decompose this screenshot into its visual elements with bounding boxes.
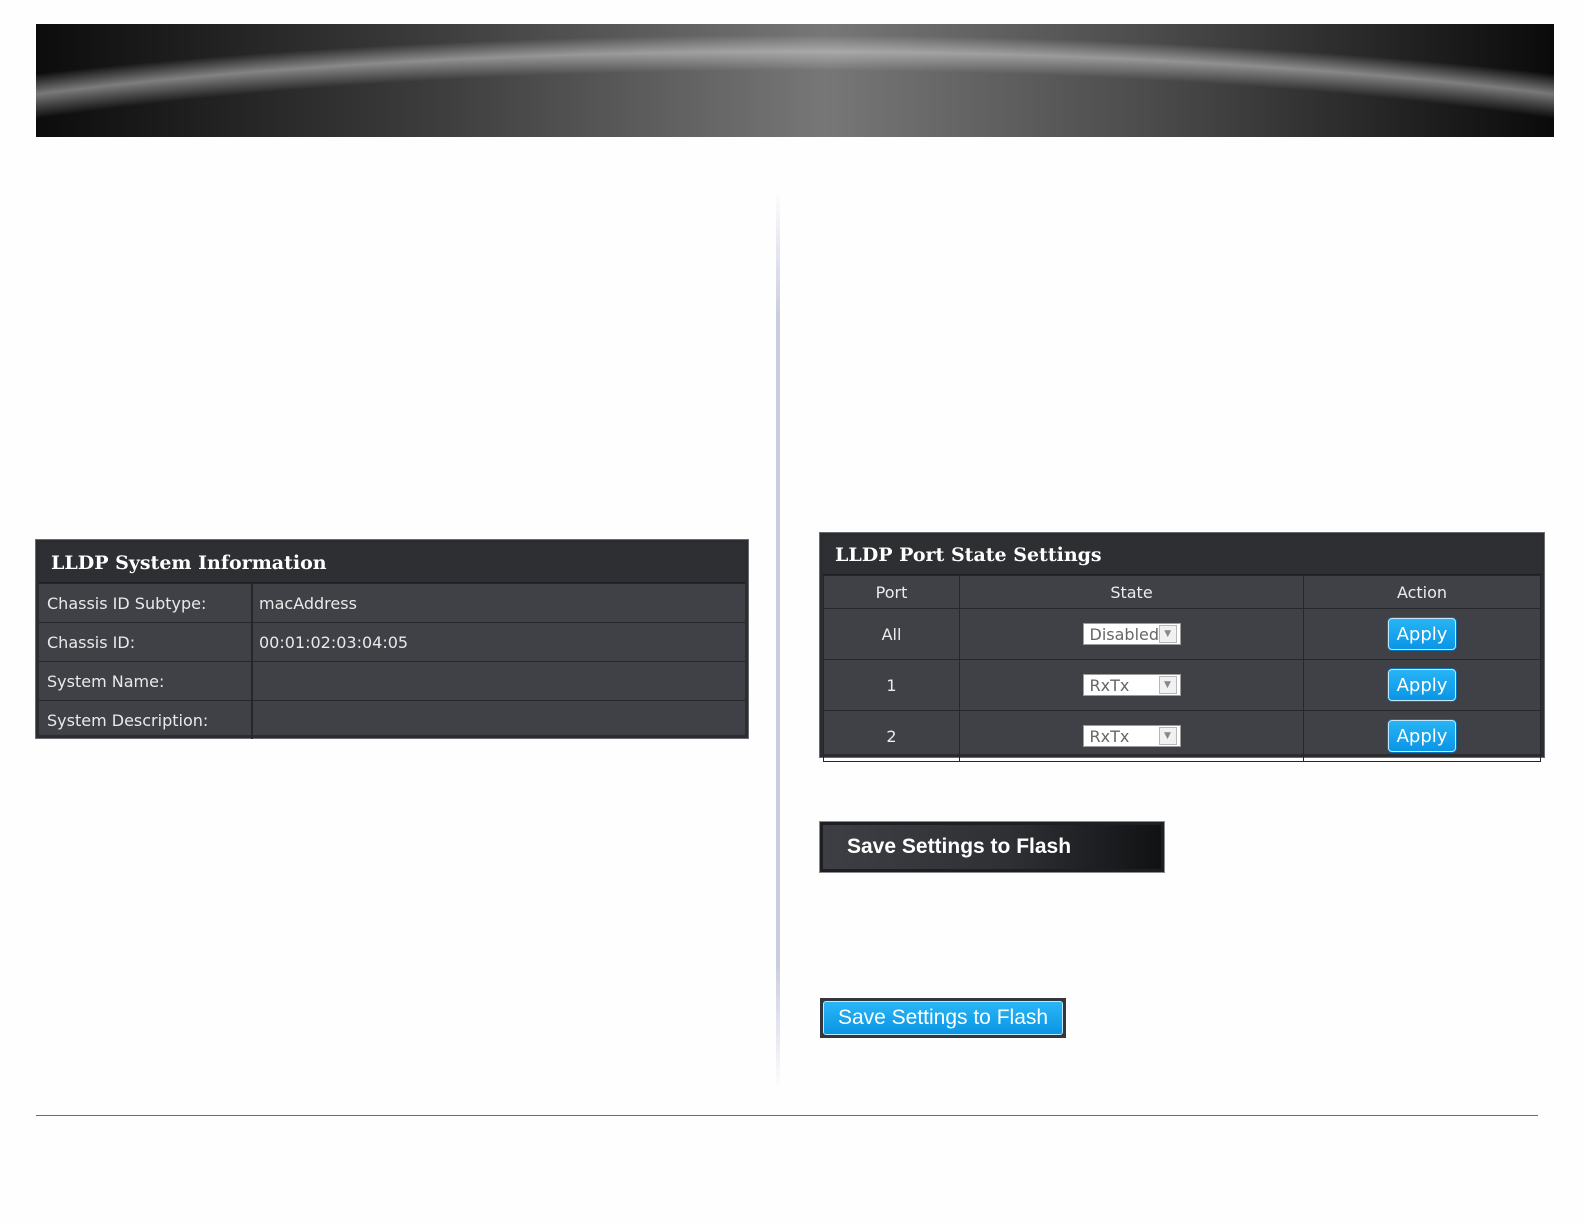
action-cell: Apply (1303, 710, 1541, 762)
info-label: System Description: (39, 701, 253, 739)
chevron-down-icon[interactable]: ▼ (1158, 727, 1177, 745)
action-cell: Apply (1303, 659, 1541, 711)
table-header-row: Port State Action (823, 575, 1541, 609)
port-state-table: Port State Action All Disabled ▼ Apply 1… (823, 575, 1541, 762)
info-row-chassis-id: Chassis ID: 00:01:02:03:04:05 (39, 622, 745, 661)
column-header-action: Action (1303, 575, 1541, 609)
apply-button[interactable]: Apply (1388, 618, 1456, 650)
port-cell: All (823, 608, 960, 660)
info-label: Chassis ID: (39, 623, 253, 661)
info-value (253, 662, 745, 700)
state-select-value: Disabled (1089, 624, 1160, 644)
save-settings-to-flash-button-frame: Save Settings to Flash (820, 998, 1066, 1038)
info-row-system-description: System Description: (39, 700, 745, 739)
lldp-port-state-settings-panel: LLDP Port State Settings Port State Acti… (820, 533, 1544, 762)
state-cell: RxTx ▼ (959, 659, 1304, 711)
info-label: System Name: (39, 662, 253, 700)
info-row-chassis-id-subtype: Chassis ID Subtype: macAddress (39, 583, 745, 622)
state-select[interactable]: RxTx ▼ (1082, 674, 1181, 696)
info-row-system-name: System Name: (39, 661, 745, 700)
column-header-state: State (959, 575, 1304, 609)
header-banner (36, 24, 1554, 137)
info-value: macAddress (259, 593, 357, 613)
info-value: 00:01:02:03:04:05 (259, 632, 409, 652)
port-cell: 2 (823, 710, 960, 762)
column-divider (776, 190, 780, 1090)
state-cell: Disabled ▼ (959, 608, 1304, 660)
chevron-down-icon[interactable]: ▼ (1159, 625, 1177, 643)
column-header-port: Port (823, 575, 960, 609)
action-cell: Apply (1303, 608, 1541, 660)
state-select-value: RxTx (1089, 675, 1130, 695)
apply-button[interactable]: Apply (1388, 720, 1456, 752)
chevron-down-icon[interactable]: ▼ (1158, 676, 1177, 694)
state-cell: RxTx ▼ (959, 710, 1304, 762)
save-settings-to-flash-button[interactable]: Save Settings to Flash (823, 1001, 1063, 1035)
state-select[interactable]: Disabled ▼ (1082, 623, 1181, 645)
panel-title: LLDP System Information (39, 543, 745, 583)
footer-divider (36, 1115, 1538, 1116)
state-select-value: RxTx (1089, 726, 1130, 746)
info-value (253, 701, 745, 739)
port-cell: 1 (823, 659, 960, 711)
lldp-system-information-panel: LLDP System Information Chassis ID Subty… (36, 540, 748, 739)
info-label: Chassis ID Subtype: (39, 584, 253, 622)
table-row: 1 RxTx ▼ Apply (823, 659, 1541, 711)
table-row: 2 RxTx ▼ Apply (823, 710, 1541, 762)
state-select[interactable]: RxTx ▼ (1082, 725, 1181, 747)
apply-button[interactable]: Apply (1388, 669, 1456, 701)
table-row: All Disabled ▼ Apply (823, 608, 1541, 660)
panel-title: LLDP Port State Settings (823, 536, 1541, 575)
save-settings-to-flash-menu-button[interactable]: Save Settings to Flash (820, 822, 1164, 872)
